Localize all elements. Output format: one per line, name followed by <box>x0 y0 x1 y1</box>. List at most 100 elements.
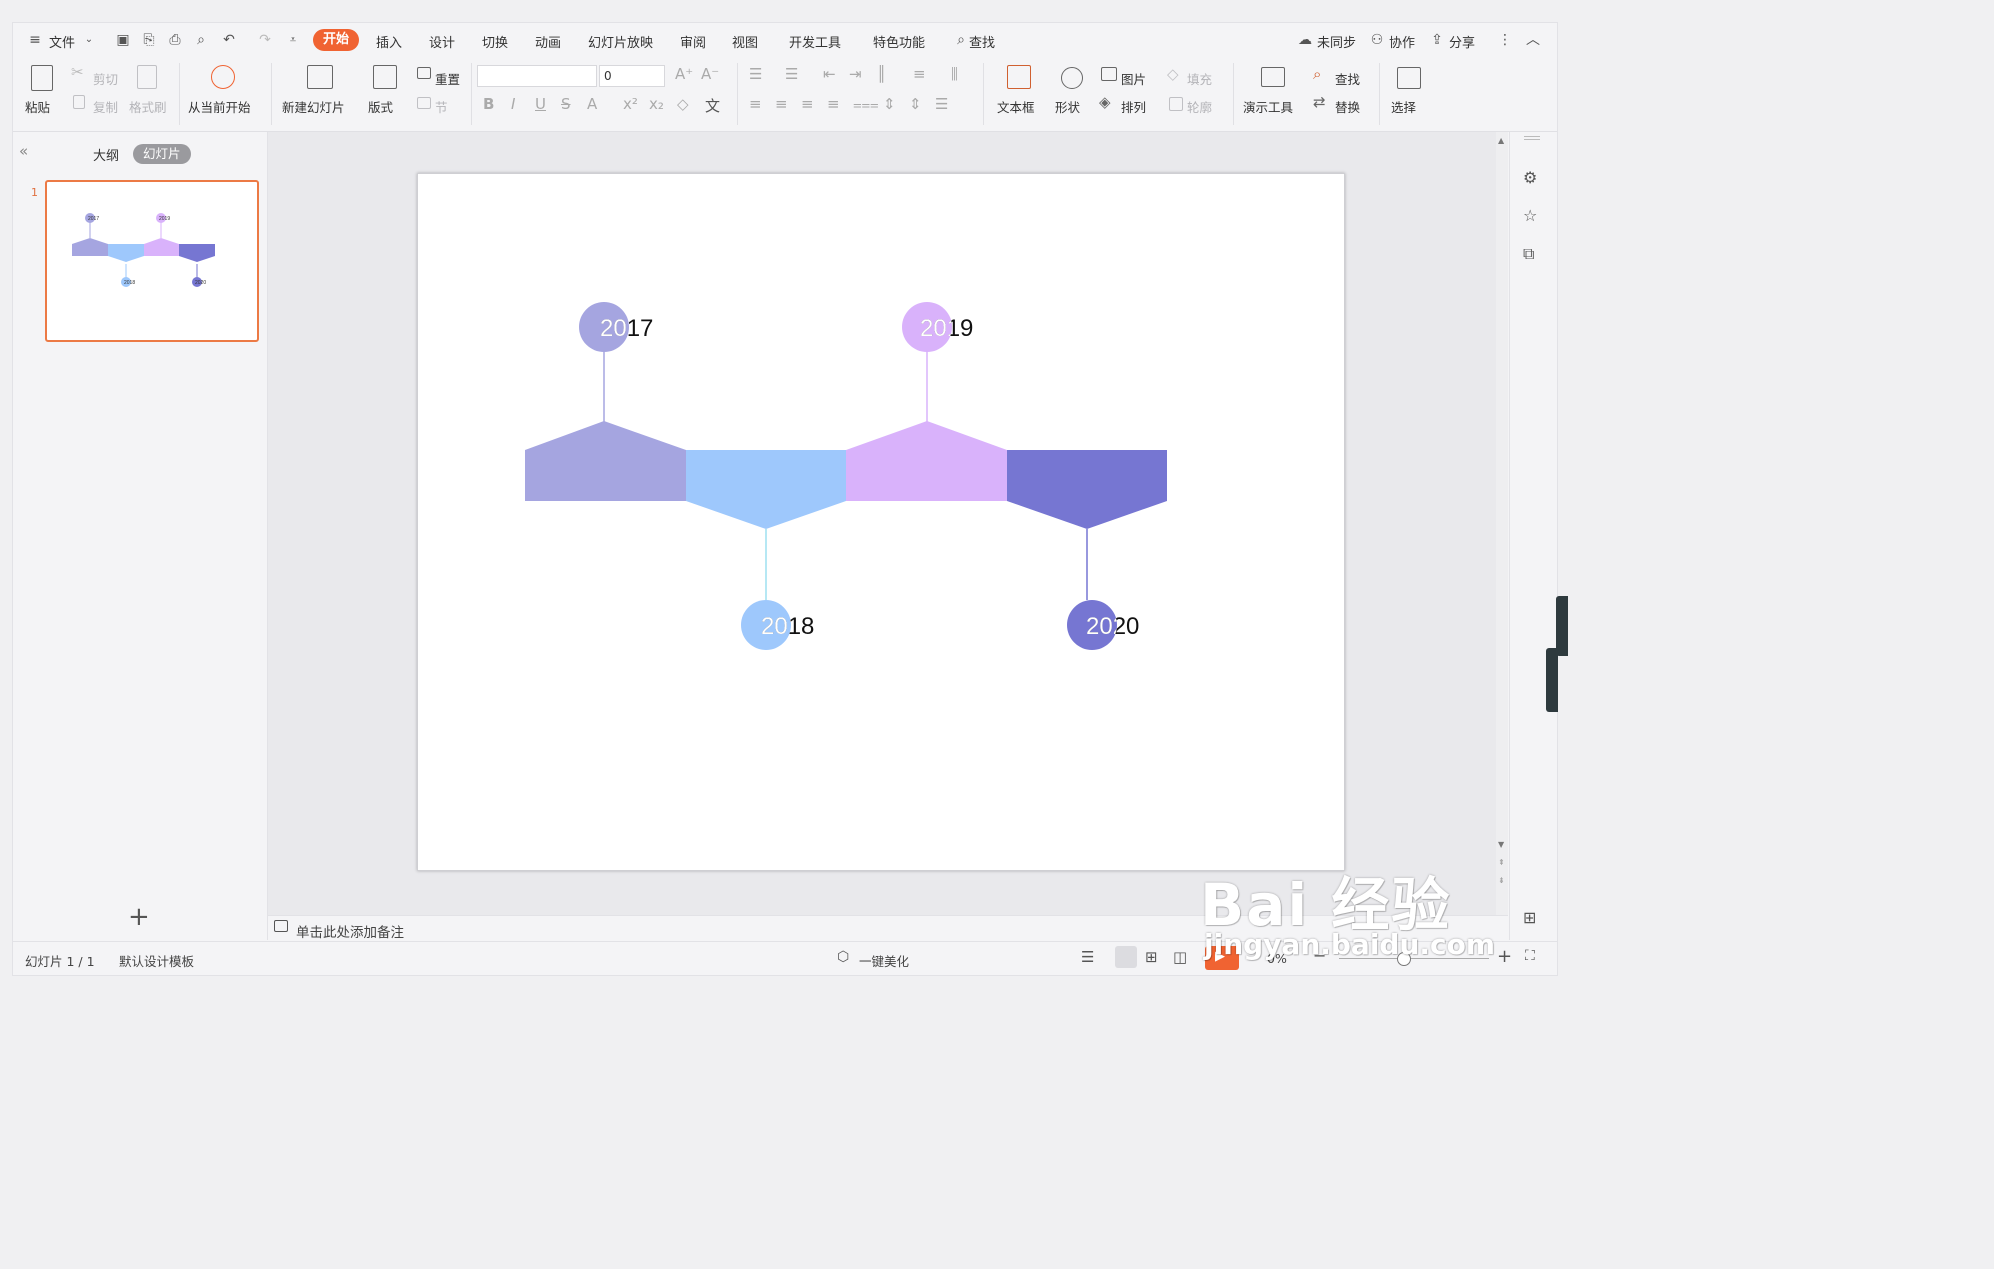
find-button[interactable]: 查找 <box>1335 69 1360 88</box>
font-color-icon[interactable]: A <box>587 95 597 113</box>
distribute-icon[interactable]: ⩶ <box>853 95 879 113</box>
paste-icon[interactable] <box>31 65 53 91</box>
outline-button[interactable]: 轮廓 <box>1187 97 1212 116</box>
prev-slide-icon[interactable]: ⇞ <box>1498 858 1505 867</box>
save-icon[interactable]: ▣ <box>115 32 131 48</box>
zoom-in-icon[interactable]: + <box>1497 946 1512 967</box>
paragraph-spacing-icon[interactable]: ⇕ <box>883 95 896 113</box>
search-button[interactable]: 查找 <box>969 32 995 51</box>
arrange-button[interactable]: 排列 <box>1121 97 1146 116</box>
decrease-indent-icon[interactable]: ⇤ <box>823 65 836 83</box>
sorter-view-icon[interactable]: ⊞ <box>1145 948 1158 966</box>
clear-format-icon[interactable]: ◇ <box>677 95 689 113</box>
grid-icon[interactable]: ⊞ <box>1523 908 1536 927</box>
drag-handle-icon[interactable] <box>1524 136 1540 140</box>
tab-special-features[interactable]: 特色功能 <box>873 32 925 51</box>
presentation-tools-button[interactable]: 演示工具 <box>1243 97 1293 116</box>
text-box-button[interactable]: 文本框 <box>997 97 1035 116</box>
select-button[interactable]: 选择 <box>1391 97 1416 116</box>
timeline-segment[interactable] <box>686 450 846 529</box>
sync-status[interactable]: 未同步 <box>1317 32 1356 51</box>
slide[interactable]: 2017 2017 2018 2018 2019 2019 2020 2020 <box>417 173 1345 871</box>
section-button[interactable]: 节 <box>435 97 448 116</box>
collapse-panel-icon[interactable]: « <box>19 142 28 160</box>
layout-icon[interactable] <box>373 65 397 89</box>
text-effect-icon[interactable]: 文 <box>705 95 720 116</box>
hamburger-menu-icon[interactable]: ≡ <box>27 32 43 48</box>
italic-icon[interactable]: I <box>511 95 515 113</box>
redo-icon[interactable]: ↷ <box>257 32 273 48</box>
tab-view[interactable]: 视图 <box>732 32 758 51</box>
animation-icon[interactable]: ☆ <box>1523 206 1537 225</box>
fit-window-icon[interactable]: ⛶ <box>1525 948 1535 964</box>
select-icon[interactable] <box>1397 67 1421 89</box>
play-icon[interactable] <box>211 65 235 89</box>
tab-animations[interactable]: 动画 <box>535 32 561 51</box>
bullets-icon[interactable]: ☰ <box>749 65 762 83</box>
more-options-icon[interactable]: ⋮ <box>1497 32 1513 48</box>
tab-review[interactable]: 审阅 <box>680 32 706 51</box>
indent-spacing-icon[interactable]: ⇕ <box>909 95 922 113</box>
text-box-icon[interactable] <box>1007 65 1031 89</box>
fill-button[interactable]: 填充 <box>1187 69 1212 88</box>
next-slide-icon[interactable]: ⇟ <box>1498 876 1505 885</box>
cut-button[interactable]: 剪切 <box>93 69 118 88</box>
tab-transitions[interactable]: 切换 <box>482 32 508 51</box>
properties-icon[interactable]: ⚙ <box>1523 168 1537 187</box>
print-preview-icon[interactable]: ⌕ <box>193 32 209 48</box>
tab-outline[interactable]: 大纲 <box>93 145 119 164</box>
notes-toggle-icon[interactable]: ☰ <box>1081 948 1094 966</box>
decrease-font-icon[interactable]: A⁻ <box>701 65 719 83</box>
timeline-segment[interactable] <box>1007 450 1167 529</box>
normal-view-icon[interactable] <box>1115 946 1137 968</box>
slide-thumbnail[interactable]: 2017 2018 2019 2020 <box>45 180 259 342</box>
reading-view-icon[interactable]: ◫ <box>1173 948 1187 966</box>
paste-button[interactable]: 粘贴 <box>25 97 50 116</box>
notes-placeholder[interactable]: 单击此处添加备注 <box>296 921 404 941</box>
export-icon[interactable]: ⎘ <box>141 32 157 48</box>
tab-home[interactable]: 开始 <box>313 29 360 51</box>
new-slide-icon[interactable] <box>307 65 333 89</box>
font-name-select[interactable] <box>477 65 597 87</box>
line-spacing-icon[interactable]: ≡ <box>913 65 926 83</box>
collaborate-button[interactable]: 协作 <box>1389 32 1415 51</box>
edge-handle[interactable] <box>1546 648 1558 712</box>
columns-icon[interactable]: ║ <box>877 65 886 83</box>
tab-design[interactable]: 设计 <box>429 32 455 51</box>
share-button[interactable]: 分享 <box>1449 32 1475 51</box>
numbering-icon[interactable]: ☰ <box>785 65 798 83</box>
collapse-ribbon-icon[interactable]: ︿ <box>1525 32 1541 48</box>
tab-slides[interactable]: 幻灯片 <box>133 144 191 164</box>
search-icon[interactable]: ⌕ <box>953 32 969 48</box>
layout-button[interactable]: 版式 <box>368 97 393 116</box>
timeline-segment[interactable] <box>525 421 686 501</box>
font-size-select[interactable]: 0 <box>599 65 665 87</box>
add-slide-icon[interactable]: + <box>128 902 150 932</box>
increase-indent-icon[interactable]: ⇥ <box>849 65 862 83</box>
file-menu[interactable]: 文件 <box>49 32 75 51</box>
chevron-down-icon[interactable]: ⌄ <box>81 32 97 48</box>
play-from-current-button[interactable]: 从当前开始 <box>188 97 251 116</box>
strikethrough-icon[interactable]: S <box>561 95 571 113</box>
transition-icon[interactable]: ⧉ <box>1523 244 1534 264</box>
align-left-icon[interactable]: ≡ <box>749 95 762 113</box>
customize-toolbar-icon[interactable]: ⩡ <box>285 32 301 48</box>
template-name[interactable]: 默认设计模板 <box>119 951 194 970</box>
undo-icon[interactable]: ↶ <box>221 32 237 48</box>
shape-icon[interactable] <box>1061 67 1083 89</box>
justify-icon[interactable]: ≡ <box>827 95 840 113</box>
superscript-icon[interactable]: x² <box>623 95 638 113</box>
shape-button[interactable]: 形状 <box>1055 97 1080 116</box>
copy-button[interactable]: 复制 <box>93 97 118 116</box>
align-right-icon[interactable]: ≡ <box>801 95 814 113</box>
bold-icon[interactable]: B <box>483 95 494 113</box>
subscript-icon[interactable]: x₂ <box>649 95 664 113</box>
align-center-icon[interactable]: ≡ <box>775 95 788 113</box>
timeline-segment[interactable] <box>846 421 1007 501</box>
tab-slideshow[interactable]: 幻灯片放映 <box>588 32 653 51</box>
replace-button[interactable]: 替换 <box>1335 97 1360 116</box>
reset-button[interactable]: 重置 <box>435 69 460 88</box>
print-icon[interactable]: ⎙ <box>167 32 183 48</box>
picture-button[interactable]: 图片 <box>1121 69 1146 88</box>
scroll-up-icon[interactable]: ▲ <box>1498 136 1504 145</box>
